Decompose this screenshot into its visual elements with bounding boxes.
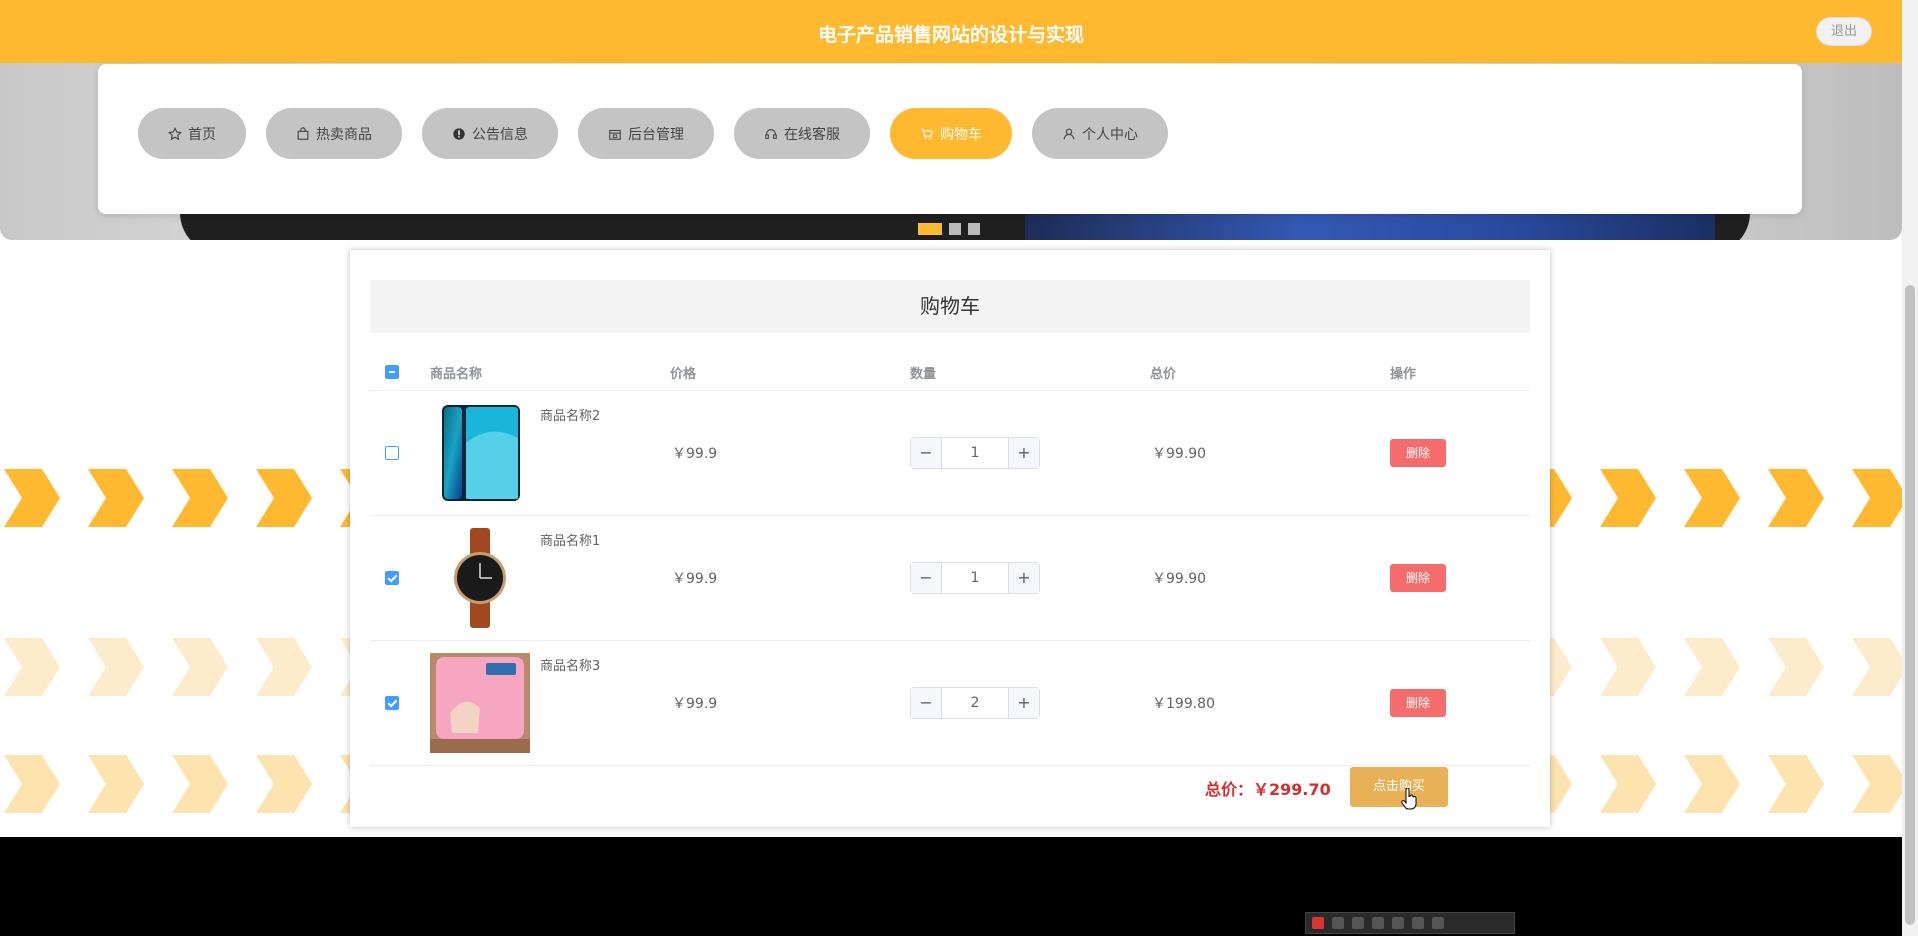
ime-lang-icon	[1332, 917, 1344, 929]
product-price: ￥99.9	[672, 446, 718, 462]
logout-button[interactable]: 退出	[1816, 17, 1872, 46]
nav-item-label: 热卖商品	[316, 126, 372, 143]
row-subtotal: ￥199.80	[1152, 696, 1215, 712]
product-price: ￥99.9	[672, 571, 718, 587]
table-header: 商品名称 价格 数量 总价 操作	[370, 353, 1530, 391]
nav-item-label: 公告信息	[472, 126, 528, 143]
delete-button[interactable]: 删除	[1390, 689, 1446, 717]
row-subtotal: ￥99.90	[1152, 446, 1207, 462]
delete-button[interactable]: 删除	[1390, 564, 1446, 592]
product-name: 商品名称3	[540, 659, 601, 674]
table-row: 商品名称2 ￥99.9 − 1 + ￥99.90 删除	[370, 391, 1530, 516]
row-checkbox[interactable]	[385, 696, 399, 710]
increase-quantity-button[interactable]: +	[1008, 688, 1039, 718]
ime-toolbar[interactable]	[1305, 912, 1515, 934]
nav-item-profile[interactable]: 个人中心	[1032, 108, 1168, 159]
nav-item-admin[interactable]: 后台管理	[578, 108, 714, 159]
cart-panel: 购物车 商品名称 价格 数量 总价 操作 商品名称2 ￥99.9 − 1 + ￥…	[350, 250, 1550, 827]
column-header-name: 商品名称	[430, 367, 483, 382]
carousel-dot-1[interactable]	[918, 223, 942, 235]
product-name: 商品名称2	[540, 409, 601, 424]
table-row: 商品名称1 ￥99.9 − 1 + ￥99.90 删除	[370, 516, 1530, 641]
column-header-price: 价格	[670, 367, 697, 382]
row-checkbox[interactable]	[385, 446, 399, 460]
quantity-input[interactable]: 2	[942, 688, 1008, 718]
product-name: 商品名称1	[540, 534, 601, 549]
column-header-qty: 数量	[910, 367, 937, 382]
increase-quantity-button[interactable]: +	[1008, 563, 1039, 593]
banner-image-blue	[1025, 213, 1715, 240]
ime-keyboard-icon	[1372, 917, 1384, 929]
page-scrollbar[interactable]	[1902, 0, 1918, 936]
top-bar: 电子产品销售网站的设计与实现 退出	[0, 0, 1902, 63]
product-price: ￥99.9	[672, 696, 718, 712]
nav-card: 首页 热卖商品 公告信息 后台管理 在线客服 购物车 个人中心	[98, 64, 1802, 214]
decrease-quantity-button[interactable]: −	[911, 563, 942, 593]
buy-button[interactable]: 点击购买	[1350, 767, 1448, 807]
nav-item-label: 首页	[188, 126, 216, 143]
quantity-stepper: − 1 +	[910, 437, 1040, 469]
column-header-action: 操作	[1390, 367, 1417, 382]
nav-item-label: 购物车	[940, 126, 982, 143]
ime-logo-icon	[1312, 917, 1324, 929]
product-image-scale[interactable]	[430, 653, 530, 753]
nav-item-announcements[interactable]: 公告信息	[422, 108, 558, 159]
product-image-watch[interactable]	[430, 528, 530, 628]
cart-icon	[921, 128, 933, 139]
nav-item-label: 个人中心	[1082, 126, 1138, 143]
user-icon	[1063, 128, 1075, 139]
store-icon	[609, 129, 621, 140]
main-nav: 首页 热卖商品 公告信息 后台管理 在线客服 购物车 个人中心	[138, 108, 1168, 159]
table-row: 商品名称3 ￥99.9 − 2 + ￥199.80 删除	[370, 641, 1530, 766]
row-subtotal: ￥99.90	[1152, 571, 1207, 587]
cart-table: 商品名称 价格 数量 总价 操作 商品名称2 ￥99.9 − 1 + ￥99.9…	[370, 353, 1530, 766]
row-checkbox[interactable]	[385, 571, 399, 585]
nav-item-label: 在线客服	[784, 126, 840, 143]
select-all-checkbox[interactable]	[385, 365, 399, 379]
decrease-quantity-button[interactable]: −	[911, 438, 942, 468]
nav-item-home[interactable]: 首页	[138, 108, 246, 159]
carousel-indicators	[918, 223, 980, 235]
scrollbar-thumb[interactable]	[1905, 285, 1915, 925]
ime-grid-icon	[1392, 917, 1404, 929]
star-icon	[168, 126, 182, 140]
carousel-dot-3[interactable]	[968, 223, 980, 235]
carousel-dot-2[interactable]	[949, 223, 961, 235]
nav-item-hot-products[interactable]: 热卖商品	[266, 108, 402, 159]
quantity-input[interactable]: 1	[942, 563, 1008, 593]
nav-item-label: 后台管理	[628, 126, 684, 143]
delete-button[interactable]: 删除	[1390, 439, 1446, 467]
hand-cursor-icon	[1401, 788, 1417, 810]
quantity-stepper: − 1 +	[910, 562, 1040, 594]
nav-item-customer-service[interactable]: 在线客服	[734, 108, 870, 159]
ime-shirt-icon	[1412, 917, 1424, 929]
site-title: 电子产品销售网站的设计与实现	[817, 24, 1084, 46]
column-header-subtotal: 总价	[1150, 367, 1177, 382]
total-value: ￥299.70	[1253, 780, 1331, 799]
quantity-input[interactable]: 1	[942, 438, 1008, 468]
increase-quantity-button[interactable]: +	[1008, 438, 1039, 468]
product-image-phone[interactable]	[430, 403, 530, 503]
info-icon	[453, 127, 465, 140]
total-label: 总价：	[1205, 780, 1254, 799]
ime-gear-icon	[1432, 917, 1444, 929]
quantity-stepper: − 2 +	[910, 687, 1040, 719]
headset-icon	[765, 128, 777, 139]
cart-total: 总价：￥299.70	[1205, 776, 1331, 800]
bag-icon	[297, 126, 309, 140]
footer	[0, 837, 1902, 936]
nav-item-cart[interactable]: 购物车	[890, 108, 1012, 159]
decrease-quantity-button[interactable]: −	[911, 688, 942, 718]
cart-title: 购物车	[370, 280, 1530, 333]
ime-moon-icon	[1352, 917, 1364, 929]
